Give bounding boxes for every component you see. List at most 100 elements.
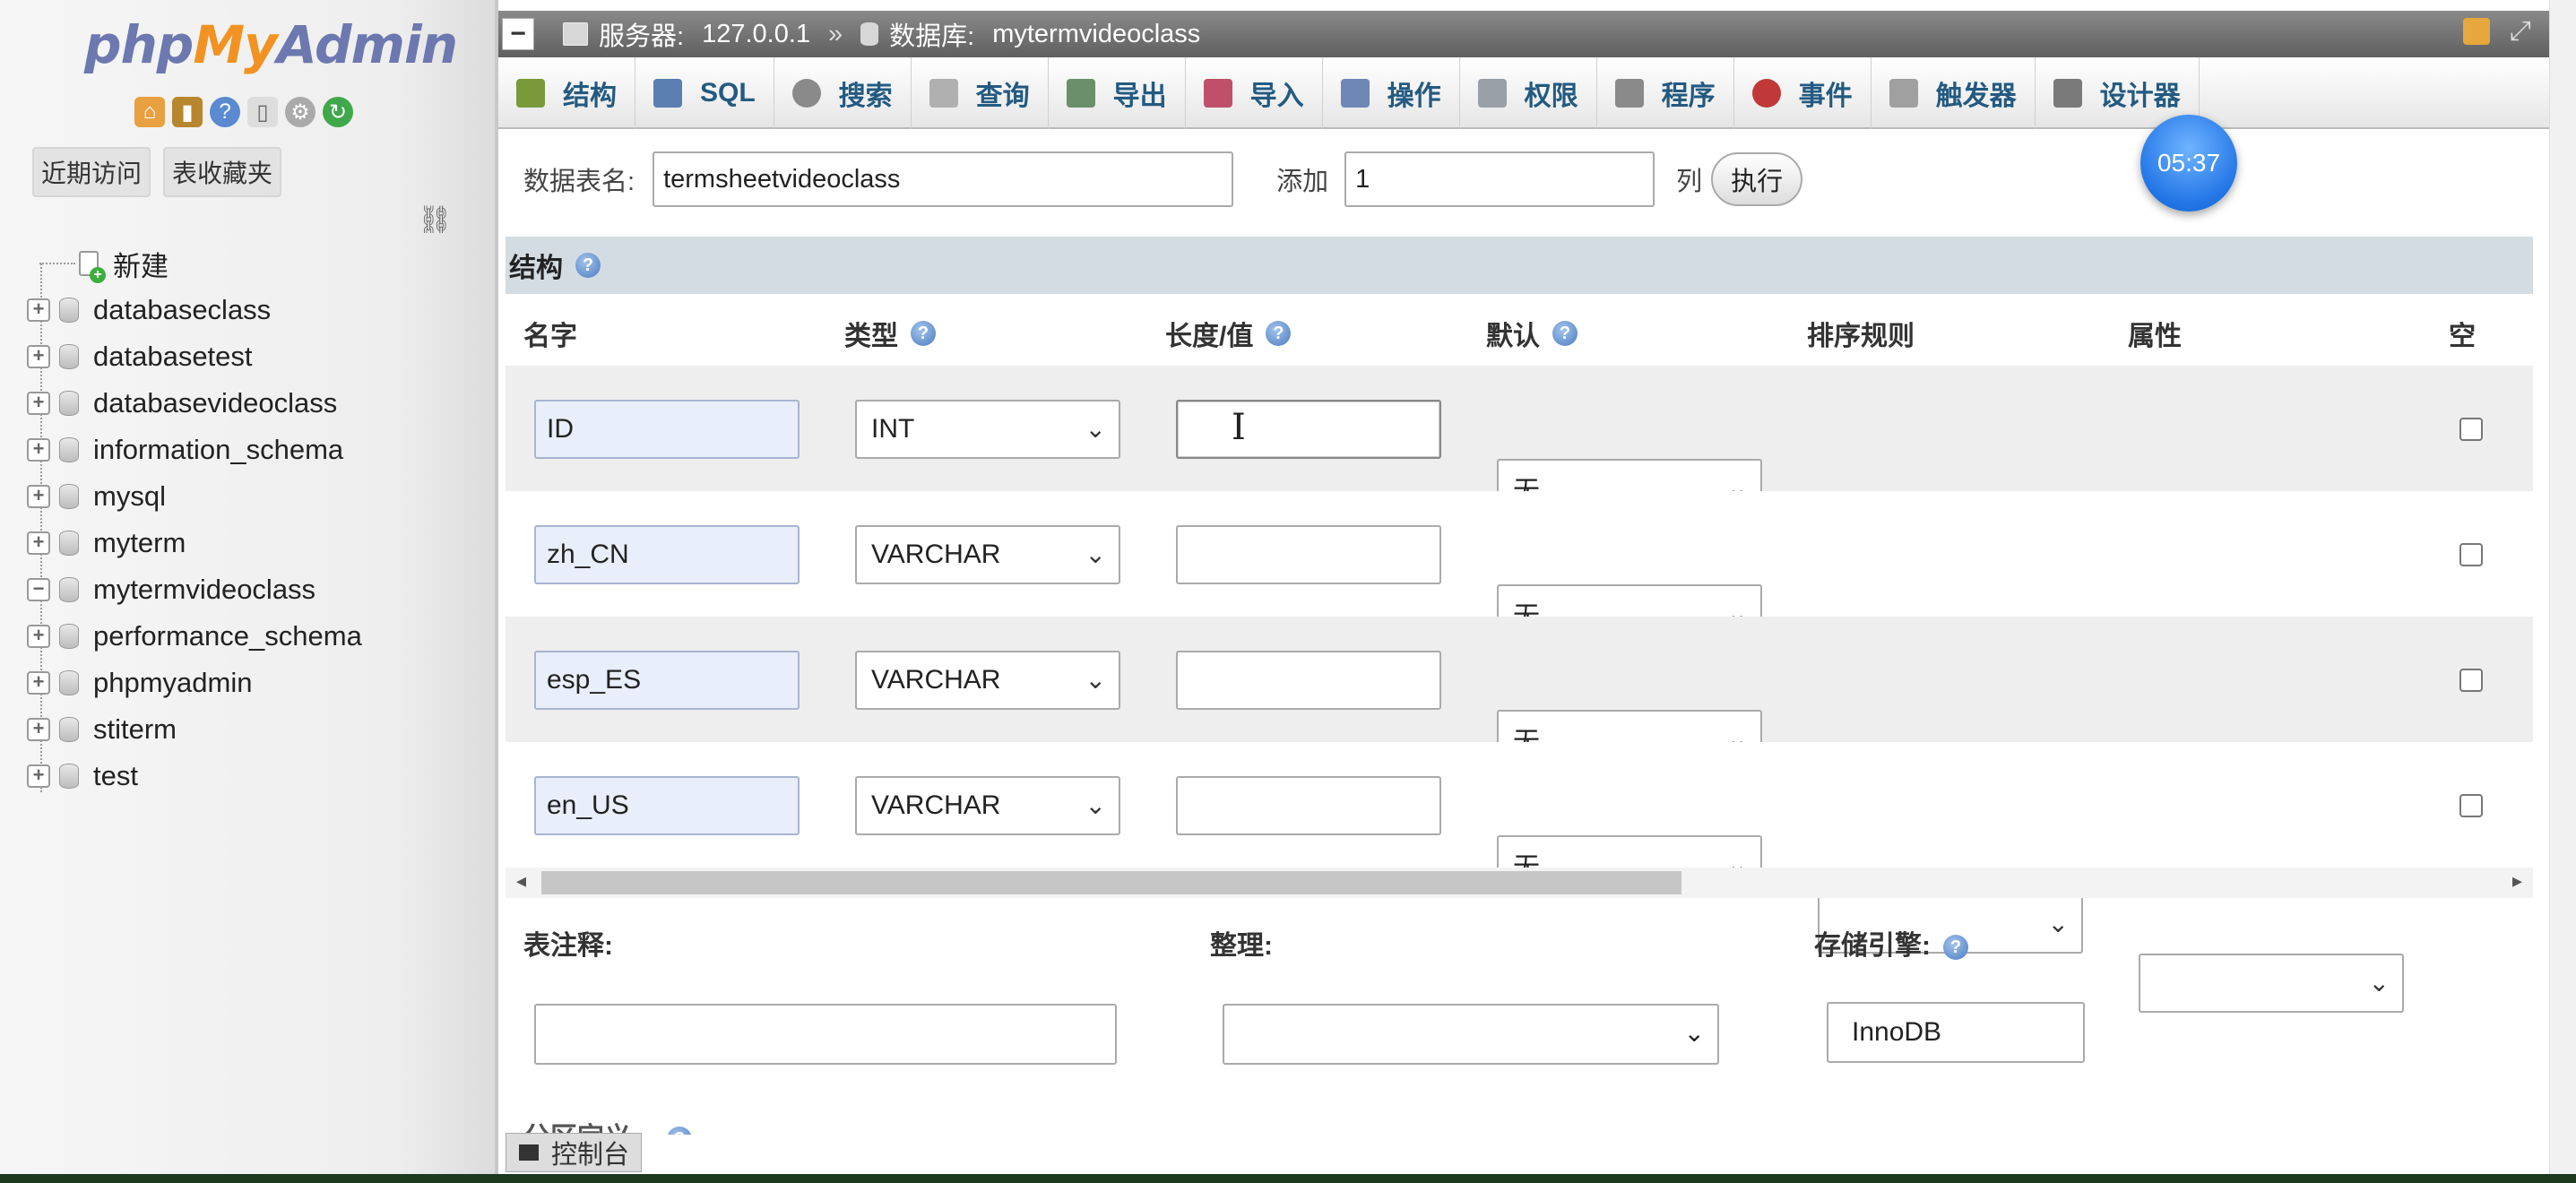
exit-icon[interactable]: ▮ xyxy=(172,97,203,127)
tree-item-test[interactable]: + test xyxy=(27,753,493,799)
docs-icon[interactable]: ▯ xyxy=(247,97,278,127)
expand-icon[interactable]: + xyxy=(27,531,50,555)
column-name-input[interactable]: esp_ES xyxy=(534,651,800,710)
console-toggle[interactable]: 控制台 xyxy=(506,1133,642,1172)
expand-icon[interactable]: + xyxy=(27,671,50,695)
tab-events[interactable]: 事件 xyxy=(1734,57,1871,129)
table-row: zh_CN VARCHAR⌄ 无⌄ ⌄ ⌄ xyxy=(506,491,2533,762)
column-length-input[interactable] xyxy=(1176,525,1441,584)
help-icon[interactable]: ? xyxy=(1266,321,1292,346)
tab-sql[interactable]: SQL xyxy=(635,57,774,129)
column-name-input[interactable]: ID xyxy=(534,400,800,459)
tab-routines[interactable]: 程序 xyxy=(1597,57,1734,129)
column-null-checkbox[interactable] xyxy=(2459,669,2483,692)
phpmyadmin-logo[interactable]: phpMyAdmin xyxy=(84,14,458,75)
tree-item-mysql[interactable]: + mysql xyxy=(27,473,493,520)
expand-icon[interactable]: + xyxy=(27,625,50,648)
home-icon[interactable]: ⌂ xyxy=(134,97,165,127)
help-icon[interactable]: ? xyxy=(1943,935,1968,961)
tree-item-mytermvideoclass[interactable]: − mytermvideoclass xyxy=(27,566,493,613)
tree-item-databasetest[interactable]: + databasetest xyxy=(27,333,493,380)
tree-item-phpmyadmin[interactable]: + phpmyadmin xyxy=(27,660,493,706)
help-icon[interactable]: ? xyxy=(667,1127,692,1135)
collapse-nav-button[interactable]: − xyxy=(502,18,534,50)
storage-engine-select[interactable]: InnoDB xyxy=(1827,1002,2085,1063)
help-icon[interactable]: ? xyxy=(575,253,601,278)
expand-icon[interactable]: + xyxy=(27,718,50,741)
table-collation-select[interactable]: ⌄ xyxy=(1223,1004,1719,1065)
tab-triggers[interactable]: 触发器 xyxy=(1871,57,2036,129)
reload-icon[interactable]: ↻ xyxy=(323,97,353,127)
tab-search[interactable]: 搜索 xyxy=(774,57,912,129)
tree-item-myterm[interactable]: + myterm xyxy=(27,520,493,566)
column-attributes-select[interactable]: ⌄ xyxy=(2139,954,2404,1013)
table-name-input[interactable]: termsheetvideoclass xyxy=(653,151,1234,207)
table-row: en_US VARCHAR⌄ 无⌄ ⌄ ⌄ xyxy=(506,742,2533,1013)
vertical-scrollbar[interactable] xyxy=(2549,0,2576,1174)
triggers-icon xyxy=(1889,79,1918,108)
database-icon xyxy=(59,717,79,742)
column-type-select[interactable]: VARCHAR ⌄ xyxy=(855,776,1120,835)
add-columns-input[interactable]: 1 xyxy=(1344,151,1655,207)
designer-icon xyxy=(2053,79,2082,108)
column-type-select[interactable]: VARCHAR ⌄ xyxy=(855,651,1120,710)
gear-icon[interactable]: ⚙ xyxy=(285,97,316,127)
main-menu: 结构 SQL 搜索 查询 导出 导入 操作 权限 程序 事件 触发器 设计器 xyxy=(498,57,2549,129)
collapse-icon[interactable]: − xyxy=(27,578,50,601)
horizontal-scrollbar[interactable]: ◂ ▸ xyxy=(506,868,2533,898)
link-icon[interactable]: ⛓ xyxy=(418,204,452,236)
expand-icon[interactable]: + xyxy=(27,438,50,462)
help-icon[interactable]: ? xyxy=(210,97,240,127)
tree-item-databasevideoclass[interactable]: + databasevideoclass xyxy=(27,380,493,427)
tab-privileges[interactable]: 权限 xyxy=(1460,57,1597,129)
help-icon[interactable]: ? xyxy=(911,321,936,346)
expand-icon[interactable]: + xyxy=(27,392,50,415)
maximize-icon[interactable]: ⤢ xyxy=(2510,18,2537,45)
tree-item-information-schema[interactable]: + information_schema xyxy=(27,427,493,473)
help-icon[interactable]: ? xyxy=(1552,321,1578,346)
lock-icon[interactable] xyxy=(2463,18,2490,45)
column-name-input[interactable]: zh_CN xyxy=(534,525,800,584)
tab-import[interactable]: 导入 xyxy=(1186,57,1323,129)
column-length-input[interactable]: I xyxy=(1176,400,1441,459)
database-icon xyxy=(59,344,79,369)
column-name-input[interactable]: en_US xyxy=(534,776,800,835)
favorite-tables-tab[interactable]: 表收藏夹 xyxy=(163,147,282,197)
breadcrumb-db-link[interactable]: mytermvideoclass xyxy=(992,20,1200,49)
tab-export[interactable]: 导出 xyxy=(1049,57,1186,129)
column-type-select[interactable]: INT ⌄ xyxy=(855,400,1120,459)
recent-tables-tab[interactable]: 近期访问 xyxy=(32,147,151,197)
tab-operations[interactable]: 操作 xyxy=(1323,57,1460,129)
column-length-input[interactable] xyxy=(1176,776,1441,835)
table-name-row: 数据表名: termsheetvideoclass 添加 1 列 执行 xyxy=(523,151,1803,208)
column-null-checkbox[interactable] xyxy=(2459,794,2483,817)
wrench-icon xyxy=(1340,79,1370,108)
expand-icon[interactable]: + xyxy=(27,298,50,322)
scroll-right-icon[interactable]: ▸ xyxy=(2512,869,2522,893)
recording-timer-badge[interactable]: 05:37 xyxy=(2140,115,2237,212)
clock-icon xyxy=(1751,79,1781,108)
table-comment-input[interactable] xyxy=(534,1004,1117,1065)
breadcrumb: 服务器: 127.0.0.1 » 数据库: mytermvideoclass xyxy=(563,15,1200,53)
scroll-left-icon[interactable]: ◂ xyxy=(516,869,526,893)
tab-query[interactable]: 查询 xyxy=(912,57,1049,129)
breadcrumb-server-link[interactable]: 127.0.0.1 xyxy=(702,20,810,49)
tree-item-stiterm[interactable]: + stiterm xyxy=(27,706,493,753)
expand-icon[interactable]: + xyxy=(27,485,50,508)
column-length-input[interactable] xyxy=(1176,651,1441,710)
tab-structure[interactable]: 结构 xyxy=(498,57,635,129)
column-null-checkbox[interactable] xyxy=(2459,543,2483,566)
tree-item-performance-schema[interactable]: + performance_schema xyxy=(27,613,493,660)
column-type-select[interactable]: VARCHAR ⌄ xyxy=(855,525,1120,584)
scrollbar-thumb[interactable] xyxy=(541,871,1681,894)
expand-icon[interactable]: + xyxy=(27,345,50,368)
database-tree: 新建 + databaseclass + databasetest + data… xyxy=(27,240,493,799)
go-button[interactable]: 执行 xyxy=(1711,152,1803,206)
tree-item-new[interactable]: 新建 xyxy=(27,240,493,287)
chevron-down-icon: ⌄ xyxy=(1085,540,1106,568)
database-icon xyxy=(59,531,79,556)
tree-item-databaseclass[interactable]: + databaseclass xyxy=(27,287,493,333)
column-null-checkbox[interactable] xyxy=(2459,418,2483,441)
table-row: ID INT⌄ I 无⌄ ⌄ ⌄ xyxy=(506,366,2533,636)
expand-icon[interactable]: + xyxy=(27,764,50,788)
